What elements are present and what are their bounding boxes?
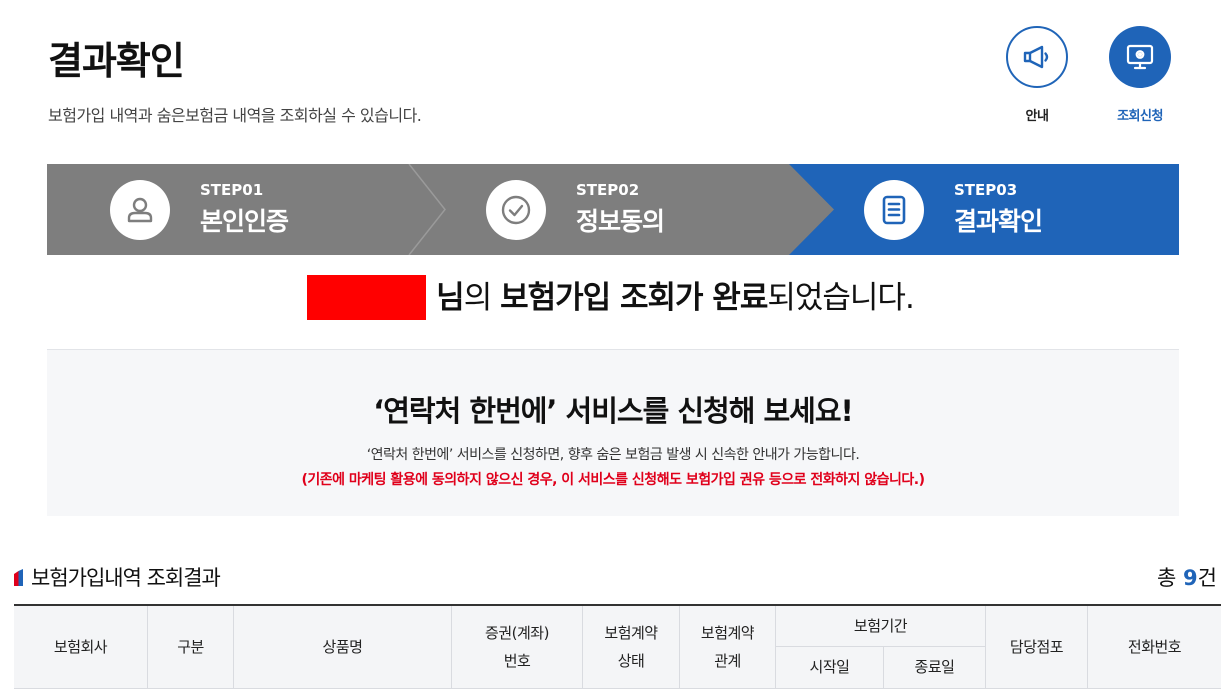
header-contract-status-line2: 상태 (617, 652, 645, 670)
step-name: 결과확인 (954, 207, 1043, 236)
count-suffix: 건 (1197, 566, 1217, 590)
header-contract-relation: 보험계약관계 (680, 606, 776, 689)
section-title-text: 보험가입내역 조회결과 (31, 566, 221, 590)
header-policy-number-line1: 증권(계좌) (485, 623, 549, 642)
query-request-label: 조회신청 (1117, 109, 1163, 124)
guide-label: 안내 (1025, 109, 1049, 124)
header-policy-number: 증권(계좌) 번호 (452, 606, 583, 689)
step-result-check: STEP03 결과확인 (864, 164, 1043, 255)
header-phone: 전화번호 (1088, 606, 1221, 689)
header-product: 상품명 (234, 606, 452, 689)
header-policy-number-line2: 번호 (503, 652, 531, 670)
step-progress-bar: STEP01 본인인증 STEP02 정보동의 STEP03 결과확인 (47, 164, 1179, 255)
guide-button[interactable]: 안내 (997, 26, 1077, 124)
page-title: 결과확인 (48, 39, 185, 83)
result-particle: 의 (463, 280, 501, 316)
step-name: 정보동의 (576, 207, 665, 236)
step-info-consent: STEP02 정보동의 (486, 164, 665, 255)
insurance-result-table: 보험회사 구분 상품명 증권(계좌) 번호 보험계약 상태 보험계약 관계 보험기간 … (14, 604, 1221, 689)
header-contract-status-line1: 보험계약 (604, 623, 658, 642)
header-category: 구분 (148, 606, 234, 689)
result-emphasis: 보험가입 조회가 완료 (500, 280, 768, 316)
contact-service-promo: ‘연락처 한번에’ 서비스를 신청해 보세요! ‘연락처 한번에’ 서비스를 신… (47, 349, 1179, 516)
step-number: STEP02 (576, 181, 640, 199)
header-contract-relation-line1: 보험계약 (700, 623, 755, 642)
count-prefix: 총 (1157, 566, 1184, 590)
megaphone-icon (1023, 45, 1049, 69)
result-name-suffix: 님 (436, 280, 465, 316)
header-contract-relation-line2: 관계 (714, 652, 741, 670)
section-marker-icon (14, 568, 23, 586)
monitor-icon (1126, 44, 1154, 70)
header-branch: 담당점포 (986, 606, 1088, 689)
person-icon (127, 197, 153, 222)
count-number: 9 (1183, 566, 1198, 590)
header-insurance-period: 보험기간 (776, 606, 986, 647)
step-number: STEP03 (954, 181, 1018, 199)
promo-title: ‘연락처 한번에’ 서비스를 신청해 보세요! (373, 394, 854, 428)
document-icon (882, 195, 906, 224)
section-title: 보험가입내역 조회결과 (14, 562, 221, 592)
redacted-user-name (307, 275, 427, 320)
header-contract-status: 보험계약상태 (583, 606, 680, 689)
step-number: STEP01 (200, 181, 264, 199)
header-start-date: 시작일 (776, 647, 884, 689)
step-name: 본인인증 (200, 207, 289, 236)
result-ending: 되었습니다. (767, 280, 914, 316)
query-request-button[interactable]: 조회신청 (1100, 26, 1180, 124)
result-count: 총 9건 (1157, 562, 1217, 592)
header-end-date: 종료일 (884, 647, 986, 689)
promo-description: ‘연락처 한번에’ 서비스를 신청하면, 향후 숨은 보험금 발생 시 신속한 … (366, 447, 860, 463)
result-message: 님의 보험가입 조회가 완료되었습니다. (0, 272, 1221, 320)
step-identity-verification: STEP01 본인인증 (110, 164, 289, 255)
header-company: 보험회사 (14, 606, 148, 689)
promo-warning: (기존에 마케팅 활용에 동의하지 않으신 경우, 이 서비스를 신청해도 보험… (301, 472, 925, 488)
page-description: 보험가입 내역과 숨은보험금 내역을 조회하실 수 있습니다. (48, 106, 422, 125)
check-circle-icon (501, 195, 531, 224)
